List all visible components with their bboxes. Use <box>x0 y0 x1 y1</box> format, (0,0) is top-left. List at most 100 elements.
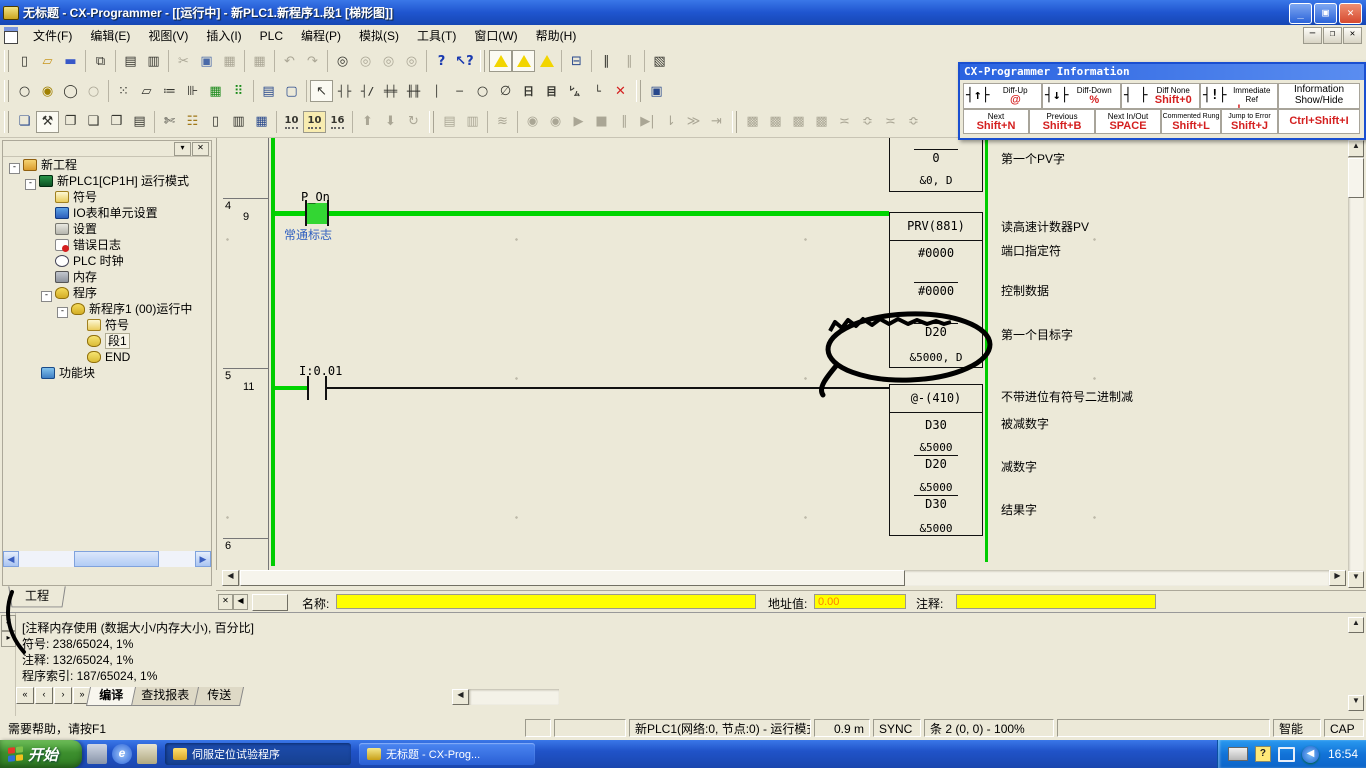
toolbar-handle[interactable] <box>732 111 737 133</box>
step-in-icon[interactable]: ⇂ <box>659 111 682 133</box>
zoom-custom-icon[interactable]: ○ <box>82 80 105 102</box>
input-method-help-icon[interactable]: ? <box>1255 746 1271 762</box>
monitor-rung-icon[interactable]: ▦ <box>204 80 227 102</box>
expander-icon[interactable]: - <box>9 163 20 174</box>
tab-project[interactable]: 工程 <box>8 586 66 607</box>
ladder-scroll-left-icon[interactable]: ◀ <box>222 570 239 586</box>
pause-monitor-icon[interactable]: ∥ <box>595 50 618 72</box>
tree-item-program-symbols[interactable]: 符号 <box>87 317 129 333</box>
open-icon[interactable]: ▱ <box>36 50 59 72</box>
cross-reference-icon[interactable]: ❐ <box>59 111 82 133</box>
find-icon[interactable]: ◎ <box>331 50 354 72</box>
taskbar-button-cx-programmer[interactable]: 无标题 - CX-Prog... <box>359 743 535 765</box>
redo-icon[interactable]: ↷ <box>301 50 324 72</box>
scroll-right-icon[interactable]: ▶ <box>195 551 211 567</box>
step-run-icon[interactable]: ▶| <box>636 111 659 133</box>
rung-margin-4[interactable]: 4 9 <box>223 198 269 368</box>
new-or-contact-icon[interactable]: ╪╪ <box>379 80 402 102</box>
info-window-titlebar[interactable]: CX-Programmer Information <box>960 64 1364 80</box>
tree-item-project[interactable]: -新工程 <box>9 157 77 173</box>
monitor-hex-icon[interactable]: 16 <box>326 111 349 133</box>
name-field[interactable] <box>336 594 756 609</box>
transfer-to-plc-icon[interactable]: ▤ <box>438 111 461 133</box>
child-minimize-button[interactable]: ─ <box>1303 27 1322 44</box>
io-table-icon[interactable]: ▯ <box>204 111 227 133</box>
memory-card-4-icon[interactable]: ▩ <box>810 111 833 133</box>
new-closed-contact-icon[interactable]: ┤/ <box>356 80 379 102</box>
io-comment-view-icon[interactable]: ▢ <box>280 80 303 102</box>
mnemonic-edit-icon[interactable]: ✄ <box>158 111 181 133</box>
contact-label[interactable]: P_On <box>301 190 330 204</box>
tree-item-programs[interactable]: -程序 <box>41 285 97 301</box>
expander-icon[interactable]: - <box>41 291 52 302</box>
new-instruction-icon[interactable]: 日 <box>517 80 540 102</box>
tab-scroll-next-icon[interactable]: › <box>54 687 72 704</box>
print-icon[interactable]: ▤ <box>119 50 142 72</box>
io-set-3-icon[interactable]: ≍ <box>879 111 902 133</box>
rung-manager-icon[interactable]: ☷ <box>181 111 204 133</box>
build-icon[interactable]: ⚒ <box>36 111 59 133</box>
new-horizontal-line-icon[interactable]: ─ <box>448 80 471 102</box>
keyboard-icon[interactable] <box>1228 747 1248 761</box>
new-tr-icon[interactable]: ㍕ <box>563 80 586 102</box>
go-down-icon[interactable]: ⬇ <box>379 111 402 133</box>
scrollbar-thumb[interactable] <box>240 570 905 586</box>
workspace-tree-icon[interactable]: ⠿ <box>227 80 250 102</box>
scrollbar-thumb[interactable] <box>1348 158 1364 198</box>
new-icon[interactable]: ▯ <box>13 50 36 72</box>
grid-icon[interactable]: ⁙ <box>112 80 135 102</box>
memory-card-1-icon[interactable]: ▩ <box>741 111 764 133</box>
context-help-icon[interactable]: ↖? <box>453 50 476 72</box>
menu-file[interactable]: 文件(F) <box>24 25 81 46</box>
tab-compile[interactable]: 编译 <box>86 687 136 706</box>
menu-insert[interactable]: 插入(I) <box>197 25 250 46</box>
tree-item-io-table[interactable]: IO表和单元设置 <box>55 205 158 221</box>
output-horizontal-scrollbar[interactable] <box>469 689 559 705</box>
output-scroll-down-icon[interactable]: ▼ <box>1348 695 1364 711</box>
compare-programs-icon[interactable]: ⧉ <box>89 50 112 72</box>
memory-view-icon[interactable]: ▥ <box>227 111 250 133</box>
tab-find-report[interactable]: 查找报表 <box>128 687 202 706</box>
symbol-bar-close-icon[interactable]: ✕ <box>218 594 233 610</box>
new-instruction-variant-icon[interactable]: 目 <box>540 80 563 102</box>
menu-program[interactable]: 编程(P) <box>292 25 350 46</box>
child-close-button[interactable]: ✕ <box>1343 27 1362 44</box>
work-online-icon[interactable] <box>489 50 512 72</box>
new-coil-icon[interactable]: ○ <box>471 80 494 102</box>
monitor-signed-decimal-icon[interactable]: 10 <box>303 111 326 133</box>
maximize-button[interactable]: ▣ <box>1314 3 1337 24</box>
transfer-from-plc-icon[interactable]: ▥ <box>461 111 484 133</box>
tree-item-program1[interactable]: -新程序1 (00)运行中 <box>57 301 192 317</box>
instruction-block-prv881[interactable]: PRV(881) #0000 #0000 D20 &5000, D <box>889 212 983 368</box>
child-restore-button[interactable]: ❐ <box>1323 27 1342 44</box>
toolbar-handle[interactable] <box>4 111 9 133</box>
close-button[interactable]: ✕ <box>1339 3 1362 24</box>
memory-card-3-icon[interactable]: ▩ <box>787 111 810 133</box>
contact-label[interactable]: I:0.01 <box>299 364 342 378</box>
ladder-scroll-up-icon[interactable]: ▲ <box>1348 140 1364 157</box>
io-set-2-icon[interactable]: ≎ <box>856 111 879 133</box>
expander-icon[interactable]: - <box>57 307 68 318</box>
toolbar-handle[interactable] <box>429 111 434 133</box>
scan-run-icon[interactable]: ⇥ <box>705 111 728 133</box>
toolbar-handle[interactable] <box>4 80 9 102</box>
print-preview-icon[interactable]: ▥ <box>142 50 165 72</box>
output-close-icon[interactable]: ✕ <box>1 615 16 631</box>
address-reference-icon[interactable]: ❑ <box>82 111 105 133</box>
ladder-scroll-down-icon[interactable]: ▼ <box>1348 571 1364 588</box>
select-tool-icon[interactable]: ↖ <box>310 80 333 102</box>
float-window-icon[interactable]: ❏ <box>13 111 36 133</box>
undo-icon[interactable]: ↶ <box>278 50 301 72</box>
ladder-editor[interactable]: 4 9 5 11 6 P_On 常通标志 0 &0, D 第一个PV字 PRV(… <box>216 138 1347 570</box>
zoom-fit-icon[interactable]: ◯ <box>59 80 82 102</box>
delete-icon[interactable]: ✕ <box>609 80 632 102</box>
scroll-left-icon[interactable]: ◀ <box>3 551 19 567</box>
menu-edit[interactable]: 编辑(E) <box>81 25 139 46</box>
workspace-close-button[interactable]: ✕ <box>192 142 209 156</box>
rung-margin-6[interactable]: 6 <box>223 538 269 570</box>
mobile-device-icon[interactable] <box>87 744 107 764</box>
output-scroll-left-icon[interactable]: ◀ <box>452 689 469 705</box>
continuous-step-icon[interactable]: ≫ <box>682 111 705 133</box>
menu-window[interactable]: 窗口(W) <box>465 25 526 46</box>
start-button[interactable]: 开始 <box>0 740 82 768</box>
